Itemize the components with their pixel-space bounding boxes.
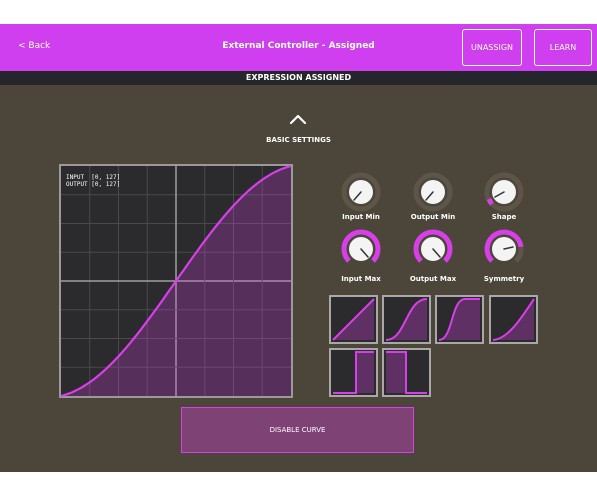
shape-knob[interactable]	[484, 172, 524, 212]
chevron-up-icon[interactable]	[289, 113, 307, 125]
top-bar: < Back External Controller - Assigned UN…	[0, 24, 597, 71]
preset-linear-button[interactable]	[329, 295, 378, 344]
graph-range-info: INPUT [0, 127] OUTPUT [0, 127]	[66, 174, 120, 188]
input-min-label: Input Min	[342, 213, 380, 221]
output-min-knob[interactable]	[413, 172, 453, 212]
output-range-label: OUTPUT [0, 127]	[66, 181, 121, 188]
preset-steep-s-curve-button[interactable]	[435, 295, 484, 344]
symmetry-label: Symmetry	[483, 275, 525, 283]
curve-graph[interactable]	[59, 164, 293, 398]
shape-label: Shape	[491, 213, 517, 221]
app-window: < Back External Controller - Assigned UN…	[0, 24, 597, 472]
preset-exponential-button[interactable]	[489, 295, 538, 344]
status-bar: EXPRESSION ASSIGNED	[0, 71, 597, 85]
output-min-label: Output Min	[410, 213, 456, 221]
unassign-button[interactable]: UNASSIGN	[462, 29, 522, 66]
input-max-knob[interactable]	[341, 229, 381, 269]
symmetry-knob[interactable]	[484, 229, 524, 269]
disable-curve-button[interactable]: DISABLE CURVE	[181, 407, 414, 453]
output-max-label: Output Max	[409, 275, 457, 283]
output-max-knob[interactable]	[413, 229, 453, 269]
preset-step-up-button[interactable]	[329, 348, 378, 397]
preset-step-down-button[interactable]	[382, 348, 431, 397]
section-title: BASIC SETTINGS	[266, 136, 331, 144]
input-min-knob[interactable]	[341, 172, 381, 212]
learn-button[interactable]: LEARN	[534, 29, 592, 66]
input-range-label: INPUT [0, 127]	[66, 174, 121, 181]
input-max-label: Input Max	[341, 275, 381, 283]
preset-s-curve-button[interactable]	[382, 295, 431, 344]
